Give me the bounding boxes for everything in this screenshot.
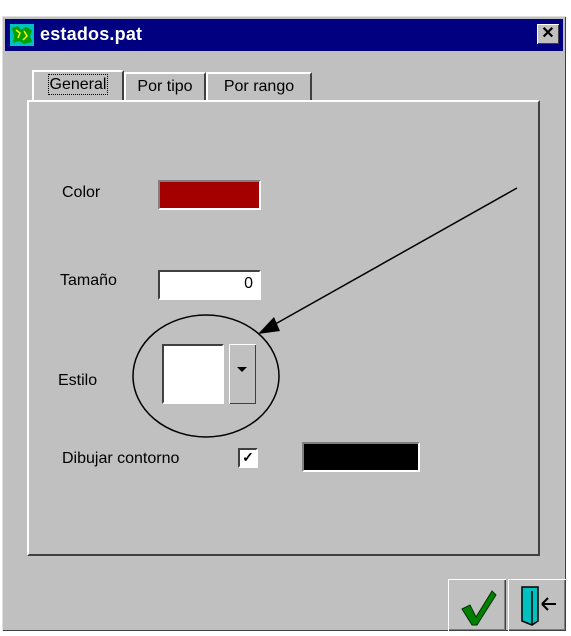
outline-label: Dibujar contorno [62,450,180,467]
window-title: estados.pat [40,24,143,44]
tab-panel-general [27,100,540,556]
style-label: Estilo [58,372,98,389]
close-button[interactable]: ✕ [537,24,559,44]
style-pattern-preview[interactable] [162,344,224,404]
close-icon: ✕ [541,25,555,42]
exit-door-icon [521,586,556,626]
checkmark-icon: ✓ [242,449,254,465]
exit-button[interactable] [508,579,566,631]
map-app-icon [10,24,34,46]
style-dropdown-button[interactable] [229,344,256,404]
title-bar[interactable]: estados.pat ✕ [5,19,563,51]
outline-color-swatch[interactable] [302,442,420,472]
tab-por-rango[interactable]: Por rango [206,72,312,100]
tab-por-rango-label: Por rango [223,78,295,95]
size-label: Tamaño [60,272,117,289]
tab-general[interactable]: General [32,70,124,100]
tab-general-label: General [47,74,109,95]
color-label: Color [62,184,101,201]
size-input[interactable]: 0 [158,270,261,300]
tab-por-tipo[interactable]: Por tipo [124,72,206,100]
checkmark-icon [461,590,497,626]
color-swatch[interactable] [158,180,261,210]
outline-checkbox[interactable]: ✓ [238,448,258,468]
tab-por-tipo-label: Por tipo [137,78,193,95]
ok-button[interactable] [448,579,506,631]
dialog-window: estados.pat ✕ General Por tipo Por rango… [2,16,566,631]
